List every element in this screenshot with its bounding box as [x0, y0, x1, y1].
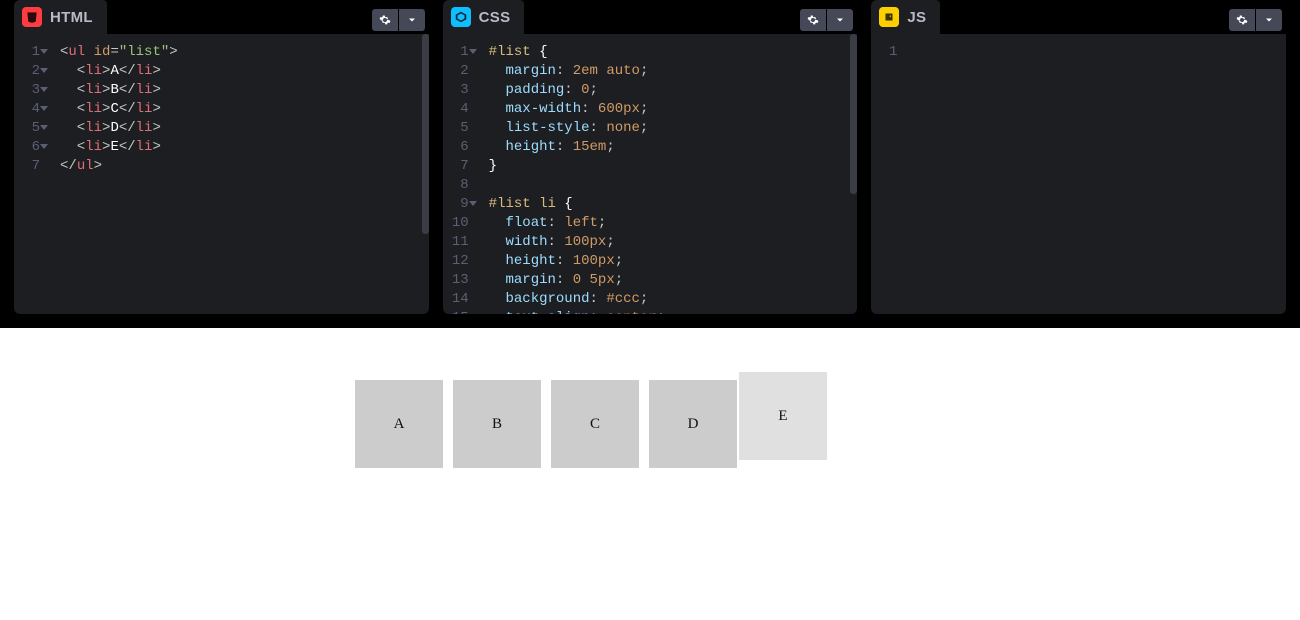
list-item[interactable]: D	[649, 380, 737, 468]
line-number: 7	[14, 157, 40, 176]
code-line[interactable]: <li>E</li>	[60, 138, 178, 157]
code-line[interactable]: <li>D</li>	[60, 119, 178, 138]
line-number: 6	[443, 138, 469, 157]
code-line[interactable]: <li>A</li>	[60, 62, 178, 81]
code-line[interactable]: text-align: center;	[489, 309, 665, 314]
panel-tools	[1229, 0, 1286, 34]
scrollbar[interactable]	[422, 34, 429, 234]
code-editor-html[interactable]: 1234567 <ul id="list"> <li>A</li> <li>B<…	[14, 34, 429, 314]
list-item[interactable]: A	[355, 380, 443, 468]
line-number: 3	[443, 81, 469, 100]
code-editor-css[interactable]: 123456789101112131415 #list { margin: 2e…	[443, 34, 858, 314]
code-line[interactable]: <li>B</li>	[60, 81, 178, 100]
line-number: 7	[443, 157, 469, 176]
line-number: 3	[14, 81, 40, 100]
panel-header: JS	[871, 0, 1286, 34]
line-number: 4	[443, 100, 469, 119]
line-number: 1	[871, 43, 897, 62]
line-number: 15	[443, 309, 469, 314]
settings-button[interactable]	[372, 9, 398, 31]
code-line[interactable]: float: left;	[489, 214, 665, 233]
line-number: 4	[14, 100, 40, 119]
panel-header: CSS	[443, 0, 858, 34]
line-number: 10	[443, 214, 469, 233]
code-line[interactable]: list-style: none;	[489, 119, 665, 138]
code-line[interactable]: margin: 2em auto;	[489, 62, 665, 81]
line-number: 1	[14, 43, 40, 62]
code-line[interactable]	[917, 43, 925, 62]
line-number: 6	[14, 138, 40, 157]
code-line[interactable]: width: 100px;	[489, 233, 665, 252]
code-line[interactable]: height: 100px;	[489, 252, 665, 271]
list-item[interactable]: C	[551, 380, 639, 468]
code-editor-js[interactable]: 1	[871, 34, 1286, 314]
settings-button[interactable]	[800, 9, 826, 31]
chevron-down-button[interactable]	[827, 9, 853, 31]
js-badge-icon	[879, 7, 899, 27]
panel-label: HTML	[50, 9, 93, 26]
panel-css: CSS 123456789101112131415 #list { margin…	[443, 0, 858, 314]
line-number: 2	[14, 62, 40, 81]
preview-pane: ABCDE	[0, 328, 1300, 609]
line-number: 11	[443, 233, 469, 252]
panel-tools	[372, 0, 429, 34]
panel-tab-html[interactable]: HTML	[14, 0, 107, 34]
scrollbar[interactable]	[850, 34, 857, 194]
code-line[interactable]: background: #ccc;	[489, 290, 665, 309]
code-line[interactable]: max-width: 600px;	[489, 100, 665, 119]
code-line[interactable]: #list {	[489, 43, 665, 62]
css-badge-icon	[451, 7, 471, 27]
list-item[interactable]: E	[739, 372, 827, 460]
line-number: 12	[443, 252, 469, 271]
code-line[interactable]: }	[489, 157, 665, 176]
code-line[interactable]: <ul id="list">	[60, 43, 178, 62]
code-line[interactable]: <li>C</li>	[60, 100, 178, 119]
line-number: 14	[443, 290, 469, 309]
code-line[interactable]: #list li {	[489, 195, 665, 214]
panel-js: JS 1	[871, 0, 1286, 314]
code-line[interactable]: margin: 0 5px;	[489, 271, 665, 290]
code-line[interactable]	[489, 176, 665, 195]
panel-label: JS	[907, 9, 926, 26]
html-badge-icon	[22, 7, 42, 27]
panel-tab-js[interactable]: JS	[871, 0, 940, 34]
list-item[interactable]: B	[453, 380, 541, 468]
panel-tools	[800, 0, 857, 34]
code-line[interactable]: height: 15em;	[489, 138, 665, 157]
line-number: 2	[443, 62, 469, 81]
panel-html: HTML 1234567 <ul id="list"> <li>A</li> <…	[14, 0, 429, 314]
preview-list: ABCDE	[350, 380, 950, 620]
code-line[interactable]: padding: 0;	[489, 81, 665, 100]
line-number: 8	[443, 176, 469, 195]
line-number: 9	[443, 195, 469, 214]
panel-tab-css[interactable]: CSS	[443, 0, 525, 34]
chevron-down-button[interactable]	[1256, 9, 1282, 31]
settings-button[interactable]	[1229, 9, 1255, 31]
chevron-down-button[interactable]	[399, 9, 425, 31]
line-number: 5	[14, 119, 40, 138]
panel-label: CSS	[479, 9, 511, 26]
line-number: 1	[443, 43, 469, 62]
line-number: 5	[443, 119, 469, 138]
line-number: 13	[443, 271, 469, 290]
code-line[interactable]: </ul>	[60, 157, 178, 176]
editor-row: HTML 1234567 <ul id="list"> <li>A</li> <…	[0, 0, 1300, 328]
panel-header: HTML	[14, 0, 429, 34]
